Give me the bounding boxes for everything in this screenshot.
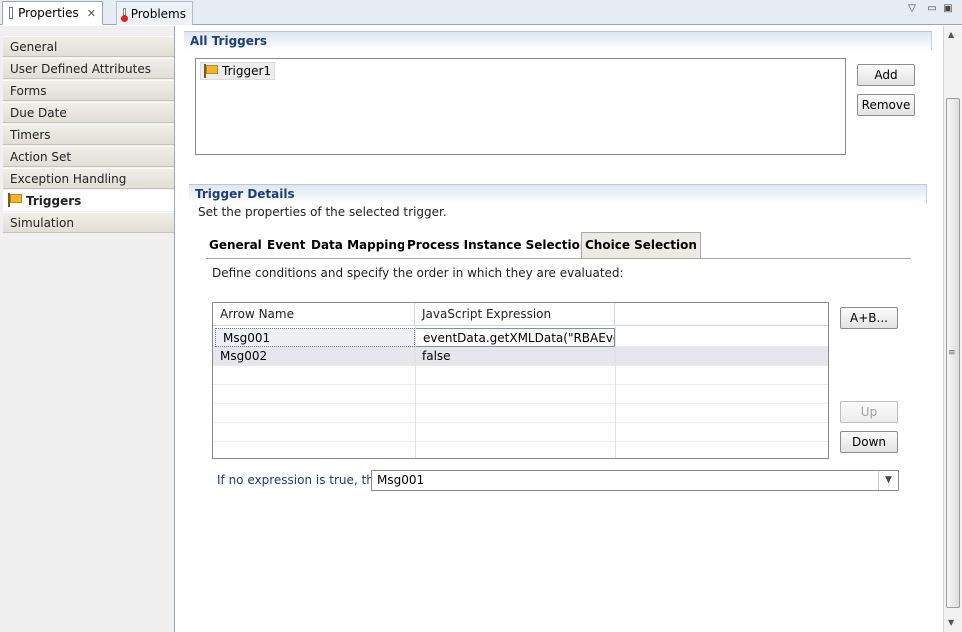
- move-up-button[interactable]: Up: [840, 401, 898, 423]
- category-action-set[interactable]: Action Set: [3, 146, 174, 167]
- table-cell-arrow[interactable]: Msg001: [215, 328, 415, 347]
- trigger-item-label: Trigger1: [222, 64, 272, 78]
- maximize-icon[interactable]: ▣: [942, 3, 954, 14]
- category-triggers[interactable]: Triggers: [3, 190, 174, 211]
- fallback-select-value: Msg001: [377, 473, 425, 487]
- column-header-arrow-name[interactable]: Arrow Name: [213, 303, 415, 326]
- tab-choice-selection[interactable]: Choice Selection: [581, 232, 701, 259]
- tab-event[interactable]: Event: [264, 233, 310, 258]
- fallback-select[interactable]: Msg001 ▼: [371, 470, 899, 491]
- tab-general[interactable]: General: [206, 233, 266, 258]
- instruction-text: Define conditions and specify the order …: [212, 266, 624, 280]
- table-row-empty: [213, 385, 828, 404]
- category-user-defined-attributes[interactable]: User Defined Attributes: [3, 58, 174, 79]
- tab-problems[interactable]: Problems: [116, 1, 193, 25]
- all-triggers-title: All Triggers: [184, 31, 932, 50]
- minimize-icon[interactable]: ▭: [926, 3, 938, 14]
- column-header-javascript-expression[interactable]: JavaScript Expression: [415, 303, 615, 326]
- table-row-empty: [213, 404, 828, 423]
- category-forms[interactable]: Forms: [3, 80, 174, 101]
- category-list: General User Defined Attributes Forms Du…: [0, 26, 175, 632]
- table-cell-arrow[interactable]: Msg002: [213, 347, 415, 366]
- vertical-scrollbar[interactable]: ▲ ≡ ▼: [943, 26, 962, 632]
- properties-icon: [9, 7, 14, 19]
- flag-icon: [203, 64, 218, 78]
- add-trigger-button[interactable]: Add: [857, 64, 915, 86]
- category-simulation[interactable]: Simulation: [3, 212, 174, 233]
- tab-data-mapping[interactable]: Data Mapping: [308, 233, 410, 258]
- column-header-filler: [615, 303, 828, 326]
- chevron-down-icon[interactable]: ▼: [878, 471, 898, 490]
- column-divider: [415, 326, 416, 458]
- trigger-list[interactable]: Trigger1: [195, 58, 846, 155]
- scroll-up-icon[interactable]: ▲: [948, 30, 954, 39]
- remove-trigger-button[interactable]: Remove: [857, 94, 915, 116]
- category-due-date[interactable]: Due Date: [3, 102, 174, 123]
- category-general[interactable]: General: [3, 36, 174, 57]
- table-row-empty: [213, 423, 828, 442]
- tab-properties[interactable]: Properties ✕: [2, 1, 103, 25]
- list-item[interactable]: Trigger1: [200, 62, 276, 80]
- category-exception-handling[interactable]: Exception Handling: [3, 168, 174, 189]
- table-row[interactable]: Msg001 eventData.getXMLData("RBAEve...: [213, 328, 828, 347]
- tab-problems-label: Problems: [130, 6, 186, 21]
- problems-icon: [120, 7, 128, 22]
- trigger-details-description: Set the properties of the selected trigg…: [198, 205, 447, 219]
- view-menu-icon[interactable]: ▽: [906, 3, 918, 14]
- tab-properties-label: Properties: [18, 6, 79, 20]
- scroll-down-icon[interactable]: ▼: [948, 618, 954, 627]
- close-icon[interactable]: ✕: [87, 7, 96, 20]
- fallback-label: If no expression is true, then:: [217, 473, 393, 487]
- category-timers[interactable]: Timers: [3, 124, 174, 145]
- table-row[interactable]: Msg002 false: [213, 347, 828, 366]
- tab-process-instance-selection[interactable]: Process Instance Selection: [404, 233, 593, 258]
- move-down-button[interactable]: Down: [840, 431, 898, 453]
- tab-divider: [206, 258, 911, 259]
- conditions-table[interactable]: Arrow Name JavaScript Expression Msg001 …: [212, 302, 829, 459]
- view-tab-bar: Properties ✕ Problems ▽ ▭ ▣: [0, 0, 962, 25]
- trigger-details-title: Trigger Details: [189, 184, 927, 203]
- flag-icon: [7, 193, 22, 207]
- table-row-empty: [213, 366, 828, 385]
- expression-editor-button[interactable]: A+B...: [840, 307, 898, 329]
- table-cell-expression[interactable]: false: [415, 347, 615, 366]
- table-cell-expression[interactable]: eventData.getXMLData("RBAEve...: [415, 328, 615, 347]
- category-triggers-label: Triggers: [26, 194, 82, 208]
- column-divider: [615, 326, 616, 458]
- grip-icon: ≡: [948, 348, 956, 358]
